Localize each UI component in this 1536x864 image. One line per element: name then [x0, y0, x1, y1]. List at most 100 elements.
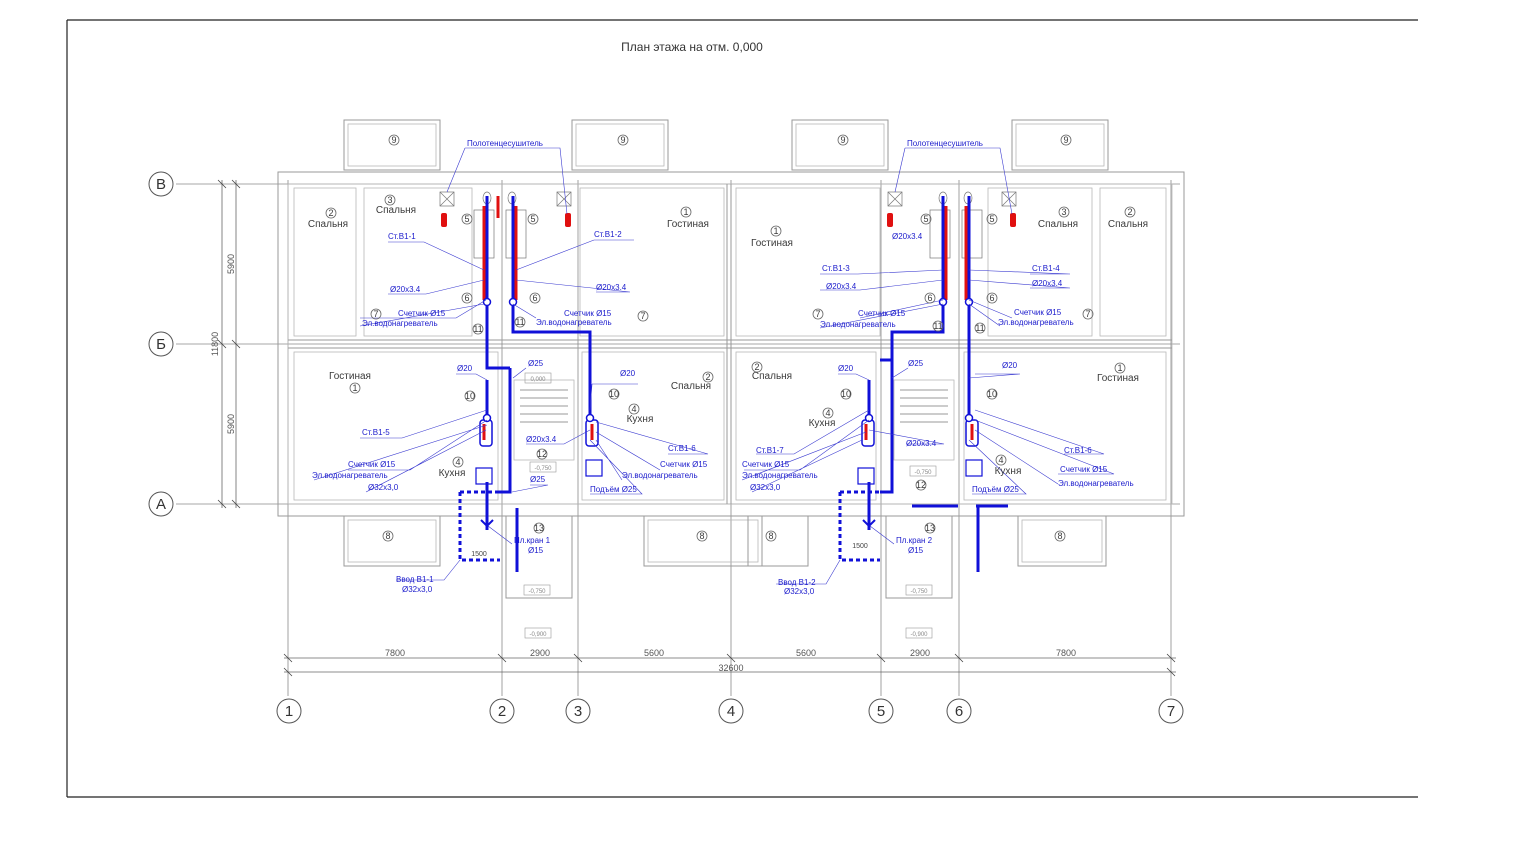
room-name: Гостиная	[1097, 373, 1139, 384]
plan-title: План этажа на отм. 0,000	[621, 40, 763, 54]
room-number: 3	[1061, 207, 1066, 217]
dim-5600-right: 5600	[796, 648, 816, 658]
room-number: 1	[1117, 363, 1122, 373]
label-meter: Счетчик Ø15	[564, 309, 612, 318]
room-number: 2	[705, 372, 710, 382]
dim-total: 32600	[718, 663, 743, 673]
room-number: 8	[768, 531, 773, 541]
room-name: Спальня	[1108, 219, 1148, 230]
label-pipe-diameter: Ø32х3,0	[750, 483, 781, 492]
label-pipe-diameter: Ø20	[620, 369, 636, 378]
label-towel-dryer: Полотенцесушитель	[467, 139, 543, 148]
label-pipe-diameter: Ø32х3,0	[368, 483, 399, 492]
room-number: 10	[609, 389, 619, 399]
label-meter: Счетчик Ø15	[660, 460, 708, 469]
label-rise: Подъём Ø25	[590, 485, 637, 494]
label-riser: Ст.В1-5	[362, 428, 390, 437]
label-pipe-diameter: Ø25	[528, 359, 544, 368]
room-number: 8	[699, 531, 704, 541]
room-number: 3	[387, 195, 392, 205]
room-name: Спальня	[1038, 219, 1078, 230]
room-number: 7	[1085, 309, 1090, 319]
room-number: 12	[537, 449, 547, 459]
label-riser: Ст.В1-2	[594, 230, 622, 239]
dim-left-bottom: 5900	[226, 414, 236, 434]
label-meter: Счетчик Ø15	[398, 309, 446, 318]
room-number: 9	[840, 135, 845, 145]
room-number: 2	[1127, 207, 1132, 217]
label-pipe-diameter: Ø15	[908, 546, 924, 555]
label-towel-dryer: Полотенцесушитель	[907, 139, 983, 148]
room-number: 7	[815, 309, 820, 319]
label-pipe-diameter: Ø32х3,0	[402, 585, 433, 594]
label-rise: Подъём Ø25	[972, 485, 1019, 494]
level-mark: -0,900	[529, 632, 547, 638]
label-riser: Ст.В1-6	[1064, 446, 1092, 455]
label-meter: Счетчик Ø15	[742, 460, 790, 469]
room-number: 9	[1063, 135, 1068, 145]
dim-entry-left: 1500	[471, 551, 487, 558]
room-number: 9	[391, 135, 396, 145]
room-number: 5	[530, 214, 535, 224]
grid-lines	[176, 180, 1180, 696]
dim-2900-right: 2900	[910, 648, 930, 658]
room-number: 1	[683, 207, 688, 217]
room-number: 10	[465, 391, 475, 401]
dim-5600-left: 5600	[644, 648, 664, 658]
room-name: Кухня	[995, 466, 1022, 477]
room-name: Спальня	[308, 219, 348, 230]
room-number: 1	[352, 383, 357, 393]
room-number: 1	[773, 226, 778, 236]
room-name: Спальня	[376, 205, 416, 216]
room-number: 4	[455, 457, 460, 467]
label-pipe-diameter: Ø15	[528, 546, 544, 555]
room-number: 9	[620, 135, 625, 145]
label-water-heater: Эл.водонагреватель	[312, 471, 388, 480]
label-pipe-diameter: Ø20х3.4	[390, 285, 421, 294]
label-meter: Счетчик Ø15	[1014, 308, 1062, 317]
room-number: 7	[373, 309, 378, 319]
room-number: 5	[989, 214, 994, 224]
room-number: 13	[534, 523, 544, 533]
label-pipe-diameter: Ø20х3.4	[892, 232, 923, 241]
room-number: 8	[385, 531, 390, 541]
level-mark: -0,750	[534, 466, 552, 472]
label-pipe-diameter: Ø20х3.4	[826, 282, 857, 291]
balconies	[343, 119, 1109, 599]
dim-left-top: 5900	[226, 254, 236, 274]
pipe-annotations: Полотенцесушитель Полотенцесушитель Ст.В…	[312, 139, 1134, 596]
room-number: 4	[825, 408, 830, 418]
label-water-heater: Эл.водонагреватель	[742, 471, 818, 480]
room-number: 5	[923, 214, 928, 224]
axis-label-a: А	[156, 496, 166, 513]
dim-7800-right: 7800	[1056, 648, 1076, 658]
label-pipe-diameter: Ø20х3.4	[596, 283, 627, 292]
dim-2900-left: 2900	[530, 648, 550, 658]
room-number: 4	[998, 455, 1003, 465]
axis-label-5: 5	[877, 703, 885, 720]
label-pipe-diameter: Ø20	[457, 364, 473, 373]
label-water-heater: Эл.водонагреватель	[622, 471, 698, 480]
room-number: 11	[933, 321, 942, 331]
room-number: 5	[464, 214, 469, 224]
label-meter: Счетчик Ø15	[1060, 465, 1108, 474]
level-mark: 0,000	[530, 377, 546, 383]
floor-plan-drawing: План этажа на отм. 0,000 В Б А 1 2 3 4 5…	[66, 19, 1418, 798]
room-name: Спальня	[752, 371, 792, 382]
label-pipe-diameter: Ø25	[908, 359, 924, 368]
dim-7800-left: 7800	[385, 648, 405, 658]
room-number: 12	[916, 480, 926, 490]
level-mark: -0,750	[528, 589, 546, 595]
level-marks: 0,000 -0,750 -0,750 -0,900 -0,900 -0,750…	[523, 372, 937, 639]
axis-label-7: 7	[1167, 703, 1175, 720]
label-water-heater: Эл.водонагреватель	[820, 320, 896, 329]
label-water-heater: Эл.водонагреватель	[536, 318, 612, 327]
label-riser: Ст.В1-7	[756, 446, 784, 455]
room-name: Гостиная	[667, 219, 709, 230]
room-number: 6	[464, 293, 469, 303]
label-float-valve: Пл.кран 1	[514, 536, 551, 545]
room-number: 2	[754, 362, 759, 372]
label-riser: Ст.В1-3	[822, 264, 850, 273]
sheet-frame	[66, 19, 1418, 798]
label-pipe-diameter: Ø20х3.4	[906, 439, 937, 448]
